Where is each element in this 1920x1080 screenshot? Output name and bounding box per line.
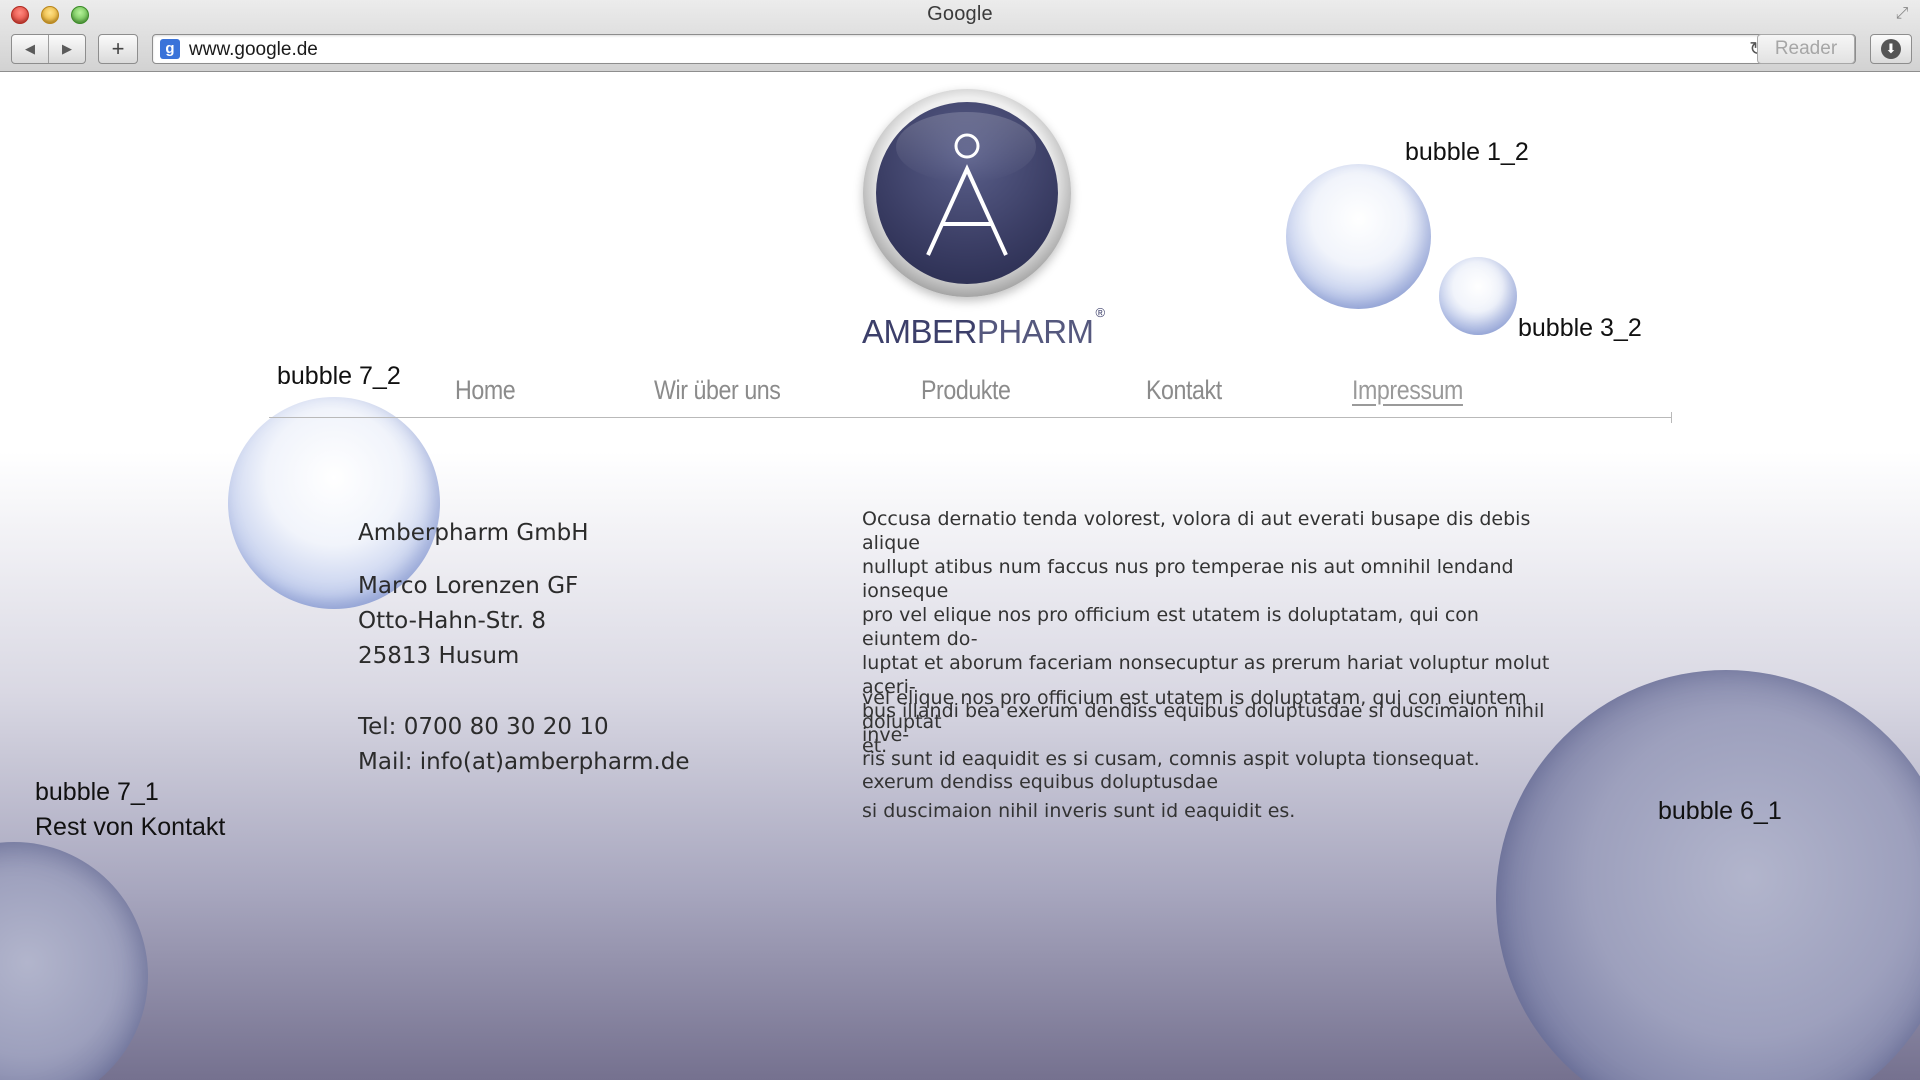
paragraph-3: exerum dendiss equibus doluptusdae si du… (862, 768, 1562, 826)
downloads-button[interactable]: ⬇ (1870, 34, 1912, 64)
paragraph-2: vel elique nos pro officium est utatem i… (862, 686, 1562, 758)
plus-icon: + (111, 36, 125, 61)
url-text[interactable]: www.google.de (189, 39, 318, 61)
address-bar[interactable]: g www.google.de ↻ Reader (152, 34, 1856, 64)
label-rest-von-kontakt: Rest von Kontakt (35, 813, 226, 841)
label-bubble-7-1: bubble 7_1 (35, 778, 159, 806)
company-name: Amberpharm GmbH (358, 520, 589, 546)
logo-letter-a-ring-icon (926, 133, 1008, 256)
brand-wordmark: AMBERPHARM® (862, 305, 1105, 351)
nav-divider (269, 417, 1672, 418)
paragraph-1-line: nullupt atibus num faccus nus pro temper… (862, 556, 1514, 602)
registered-mark: ® (1095, 305, 1106, 320)
window-title: Google (927, 3, 993, 25)
bubble-1-2 (1286, 164, 1431, 309)
fullscreen-icon[interactable]: ⤢ (1892, 4, 1912, 24)
paragraph-2-line: et. (862, 735, 888, 757)
web-page: AMBERPHARM® bubble 1_2 bubble 3_2 bubble… (0, 72, 1920, 1080)
google-favicon-icon: g (160, 39, 180, 59)
history-buttons: ◀ ▶ (11, 34, 86, 64)
bubble-7-1 (0, 842, 148, 1080)
contact-tel: Tel: 0700 80 30 20 10 (358, 714, 609, 740)
logo-inner-circle (876, 102, 1058, 284)
label-bubble-1-2: bubble 1_2 (1405, 138, 1529, 166)
contact-mail[interactable]: Mail: info(at)amberpharm.de (358, 749, 689, 775)
nav-home[interactable]: Home (455, 375, 516, 406)
back-arrow-icon: ◀ (25, 41, 35, 56)
brand-light: PHARM (976, 313, 1094, 350)
forward-button[interactable]: ▶ (48, 35, 85, 63)
download-arrow-icon: ⬇ (1881, 39, 1901, 59)
contact-person: Marco Lorenzen GF (358, 573, 579, 599)
bubble-3-2 (1439, 257, 1517, 335)
label-bubble-6-1: bubble 6_1 (1658, 797, 1782, 825)
forward-arrow-icon: ▶ (62, 41, 72, 56)
nav-impressum[interactable]: Impressum (1352, 375, 1463, 406)
nav-divider-end (1671, 412, 1672, 423)
paragraph-3-line: si duscimaion nihil inveris sunt id eaqu… (862, 800, 1296, 822)
paragraph-1-line: Occusa dernatio tenda volorest, volora d… (862, 508, 1531, 554)
label-bubble-3-2: bubble 3_2 (1518, 314, 1642, 342)
nav-wir-ueber-uns[interactable]: Wir über uns (654, 375, 781, 406)
contact-street: Otto-Hahn-Str. 8 (358, 608, 546, 634)
paragraph-2-line: vel elique nos pro officium est utatem i… (862, 687, 1527, 733)
main-nav: Home Wir über uns Produkte Kontakt Impre… (0, 375, 1920, 415)
amberpharm-logo-badge[interactable] (863, 89, 1071, 297)
brand-bold: AMBER (862, 313, 977, 350)
nav-kontakt[interactable]: Kontakt (1146, 375, 1222, 406)
paragraph-3-line: exerum dendiss equibus doluptusdae (862, 771, 1219, 793)
reader-button[interactable]: Reader (1757, 34, 1855, 64)
paragraph-1-line: pro vel elique nos pro officium est utat… (862, 604, 1479, 650)
new-tab-button[interactable]: + (98, 34, 138, 64)
back-button[interactable]: ◀ (12, 35, 48, 63)
nav-produkte[interactable]: Produkte (921, 375, 1011, 406)
browser-chrome: Google ⤢ ◀ ▶ + g www.google.de ↻ Reader … (0, 0, 1920, 72)
contact-city: 25813 Husum (358, 643, 520, 669)
